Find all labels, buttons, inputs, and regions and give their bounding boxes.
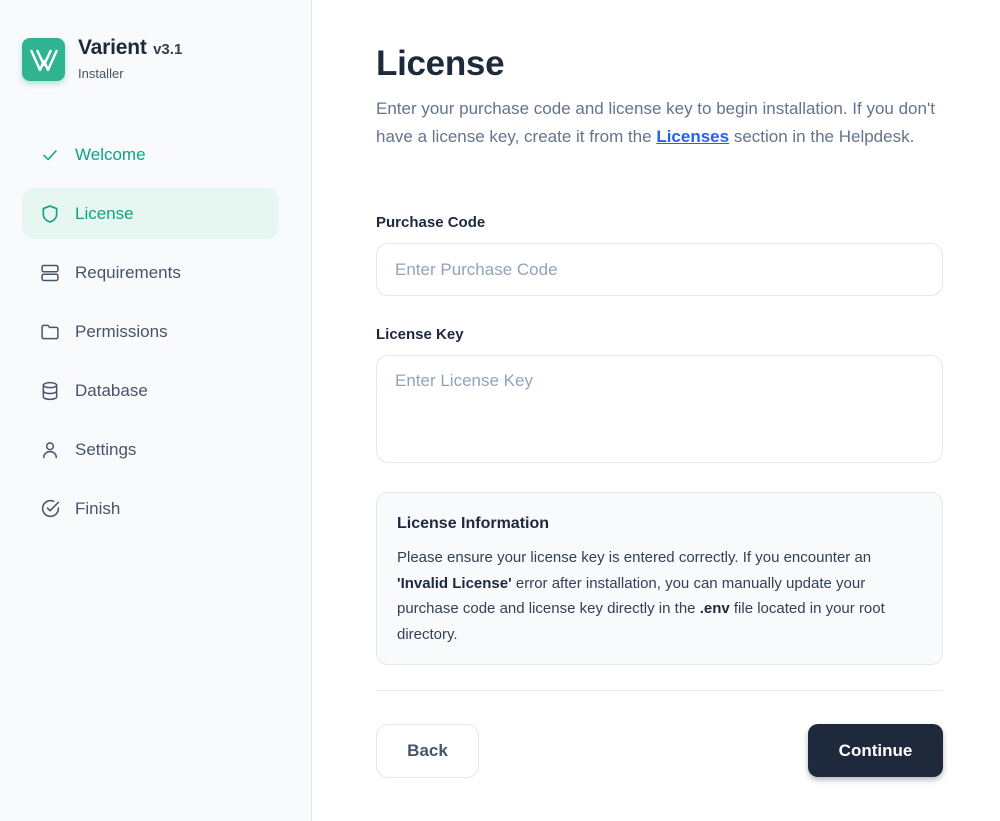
app-subtitle: Installer: [78, 66, 124, 81]
folder-icon: [39, 321, 61, 343]
licenses-link[interactable]: Licenses: [656, 127, 729, 146]
license-key-input[interactable]: [376, 355, 943, 463]
varient-logo-icon: [22, 38, 65, 81]
shield-icon: [39, 203, 61, 225]
sidebar-item-label: Requirements: [75, 262, 181, 282]
info-text: Please ensure your license key is entere…: [397, 549, 872, 566]
sidebar-item-permissions[interactable]: Permissions: [22, 306, 279, 357]
check-circle-icon: [39, 498, 61, 520]
sidebar-item-finish[interactable]: Finish: [22, 483, 279, 534]
page-title: License: [376, 44, 505, 83]
server-icon: [39, 262, 61, 284]
sidebar-item-label: Permissions: [75, 321, 168, 341]
divider: [376, 690, 943, 691]
sidebar-item-label: Welcome: [75, 144, 146, 164]
sidebar-item-label: License: [75, 203, 134, 223]
database-icon: [39, 380, 61, 402]
continue-button[interactable]: Continue: [808, 724, 943, 777]
app-version: v3.1: [153, 41, 183, 58]
license-key-label: License Key: [376, 326, 464, 343]
sidebar-item-requirements[interactable]: Requirements: [22, 247, 279, 298]
sidebar-item-label: Database: [75, 380, 148, 400]
user-icon: [39, 439, 61, 461]
info-emphasis: 'Invalid License': [397, 574, 512, 592]
sidebar-item-settings[interactable]: Settings: [22, 424, 279, 475]
step-nav: Welcome License Requirements Permissions…: [22, 129, 279, 542]
info-title: License Information: [397, 515, 550, 532]
sidebar-item-license[interactable]: License: [22, 188, 279, 239]
back-button[interactable]: Back: [376, 724, 479, 778]
sidebar-item-welcome[interactable]: Welcome: [22, 129, 279, 180]
brand: Varient v3.1 Installer: [22, 36, 183, 81]
license-info-panel: License Information Please ensure your l…: [376, 492, 943, 665]
purchase-code-input[interactable]: [376, 243, 943, 296]
sidebar-item-label: Finish: [75, 498, 121, 518]
info-body: Please ensure your license key is entere…: [397, 545, 922, 647]
page-intro: Enter your purchase code and license key…: [376, 95, 943, 151]
check-icon: [39, 144, 61, 166]
app-name: Varient: [78, 36, 147, 59]
purchase-code-label: Purchase Code: [376, 214, 486, 231]
sidebar-item-database[interactable]: Database: [22, 365, 279, 416]
intro-text-end: section in the Helpdesk.: [729, 127, 915, 146]
info-emphasis: .env: [699, 600, 730, 617]
sidebar: Varient v3.1 Installer Welcome License R…: [0, 0, 312, 821]
sidebar-item-label: Settings: [75, 439, 137, 459]
